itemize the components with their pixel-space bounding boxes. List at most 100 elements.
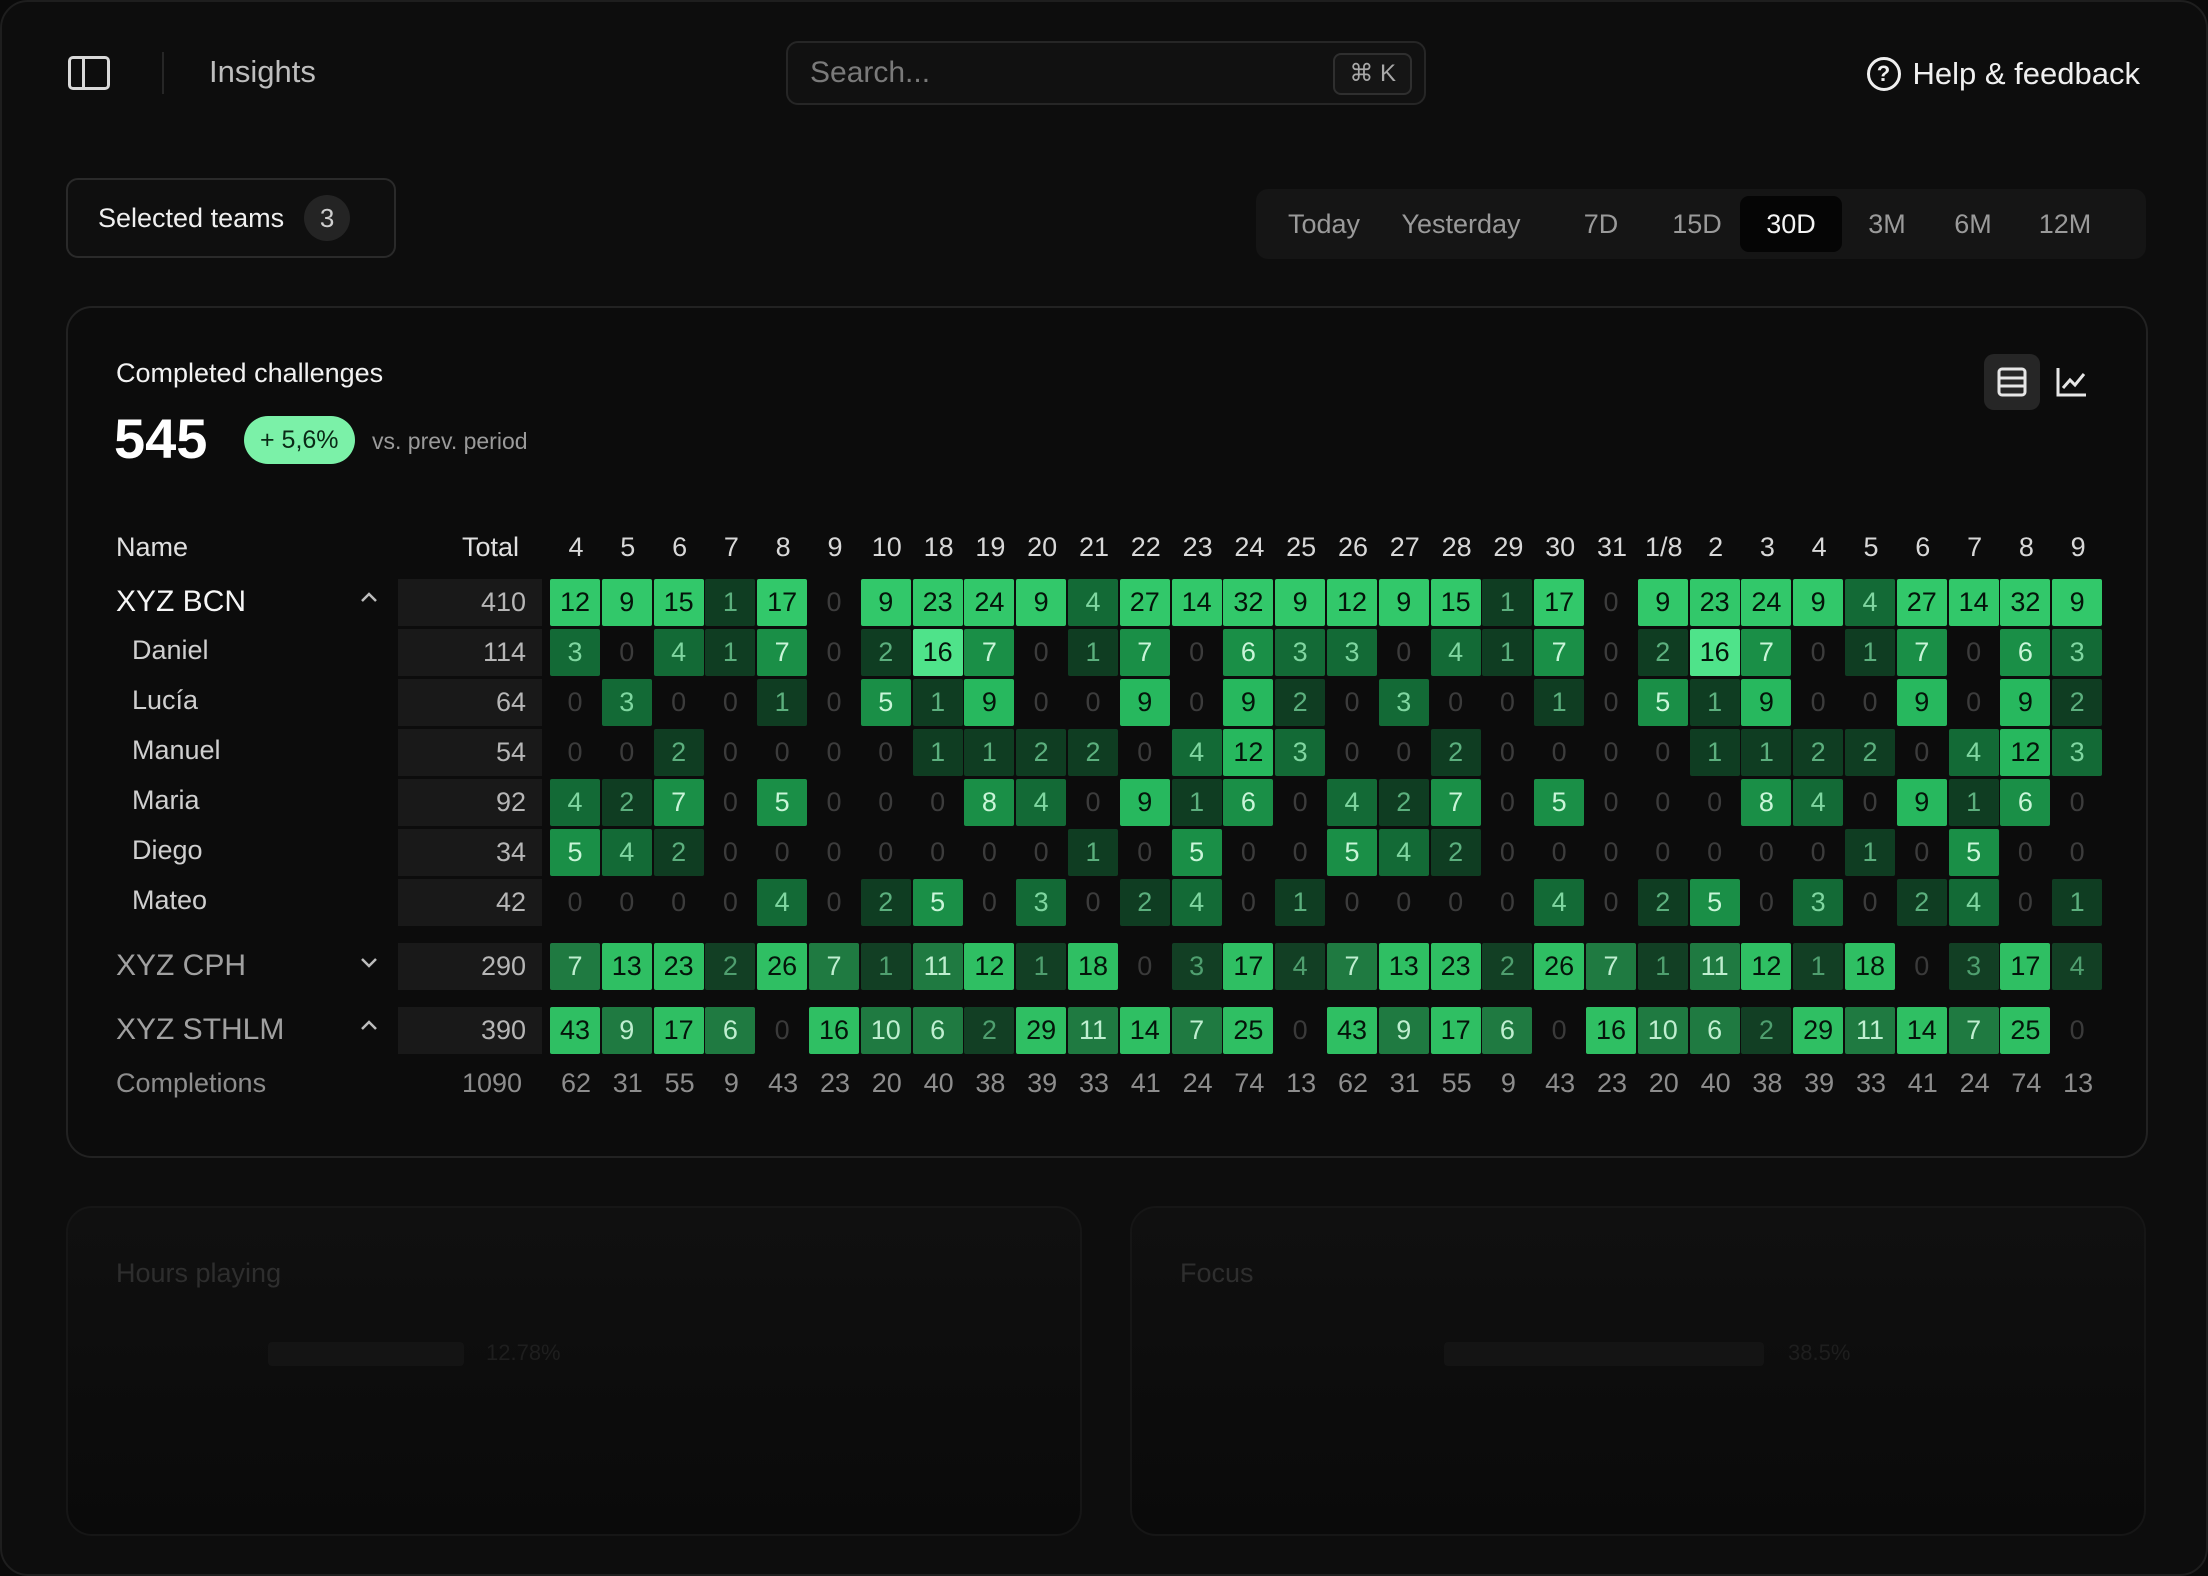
heatmap-cell: 0 — [1655, 787, 1671, 817]
heatmap-cell: 2 — [1482, 943, 1533, 990]
footer-value: 9 — [1500, 1068, 1516, 1098]
heatmap-cell: 4 — [1016, 779, 1067, 826]
footer-value: 31 — [612, 1068, 643, 1098]
heatmap-cell: 0 — [1499, 887, 1515, 917]
heatmap-cell: 32 — [2000, 579, 2051, 626]
heatmap-cell: 2 — [1430, 729, 1481, 776]
team-name[interactable]: XYZ STHLM — [116, 1013, 284, 1047]
heatmap-cell: 3 — [1171, 943, 1222, 990]
heatmap-cell: 0 — [619, 637, 635, 667]
help-feedback-link[interactable]: ? Help & feedback — [1866, 54, 2140, 94]
heatmap-cell: 5 — [757, 779, 808, 826]
footer-value: 62 — [560, 1068, 592, 1098]
chart-view-button[interactable] — [2044, 354, 2100, 410]
chevron-down-icon[interactable] — [358, 951, 380, 979]
heatmap-cell: 0 — [1966, 687, 1982, 717]
heatmap-cell: 15 — [653, 579, 704, 626]
heatmap-cell: 0 — [722, 787, 738, 817]
period-tab-3m[interactable]: 3M — [1852, 196, 1922, 252]
heatmap-cell: 0 — [1499, 737, 1515, 767]
top-bar: Insights ⌘ K ? Help & feedback — [2, 2, 2206, 147]
heatmap-cell: 23 — [1689, 579, 1740, 626]
member-name: Lucía — [132, 685, 199, 715]
total-value: 545 — [114, 407, 208, 470]
selected-teams-button[interactable]: Selected teams 3 — [66, 178, 396, 258]
heatmap-cell: 0 — [722, 737, 738, 767]
day-header: 5 — [1863, 532, 1879, 562]
heatmap-cell: 0 — [619, 887, 635, 917]
footer-value: 24 — [1959, 1068, 1990, 1098]
period-tab-today[interactable]: Today — [1274, 196, 1374, 252]
selected-teams-label: Selected teams — [98, 202, 285, 233]
day-header: 26 — [1337, 532, 1369, 562]
heatmap-cell: 0 — [1914, 951, 1930, 981]
footer-value: 74 — [2011, 1068, 2042, 1098]
heatmap-cell: 9 — [1896, 779, 1947, 826]
heatmap-cell: 5 — [1171, 829, 1222, 876]
heatmap-cell: 0 — [1758, 837, 1774, 867]
team-name[interactable]: XYZ BCN — [116, 585, 246, 619]
day-header: 9 — [827, 532, 843, 562]
heatmap-cell: 1 — [2052, 879, 2103, 926]
heatmap-cell: 4 — [1275, 943, 1326, 990]
period-tab-30d[interactable]: 30D — [1740, 196, 1842, 252]
heatmap-cell: 7 — [1741, 629, 1792, 676]
heatmap-cell: 23 — [1430, 943, 1481, 990]
heatmap-cell: 0 — [1292, 1015, 1308, 1045]
footer-value: 31 — [1389, 1068, 1420, 1098]
day-header: 8 — [2018, 532, 2034, 562]
heatmap-cell: 3 — [1327, 629, 1377, 676]
heatmap-cell: 0 — [826, 637, 842, 667]
heatmap-cell: 2 — [964, 1007, 1015, 1054]
heatmap-cell: 0 — [826, 687, 842, 717]
day-header: 27 — [1389, 532, 1420, 562]
heatmap-cell: 3 — [2052, 629, 2103, 676]
search-box[interactable]: ⌘ K — [786, 41, 1426, 105]
chevron-up-icon[interactable] — [358, 1015, 380, 1043]
heatmap-cell: 0 — [1862, 687, 1878, 717]
table-icon — [1997, 367, 2027, 397]
period-tab-12m[interactable]: 12M — [2022, 196, 2108, 252]
heatmap-cell: 0 — [1396, 887, 1412, 917]
day-header: 4 — [1811, 532, 1827, 562]
search-input[interactable] — [810, 53, 1290, 93]
heatmap-cell: 0 — [1966, 637, 1982, 667]
heatmap-cell: 0 — [2017, 887, 2033, 917]
sidebar-icon[interactable] — [68, 56, 110, 90]
period-tab-7d[interactable]: 7D — [1568, 196, 1634, 252]
heatmap-cell: 2 — [1068, 729, 1118, 776]
day-header: 5 — [620, 532, 636, 562]
day-header: 2 — [1708, 532, 1724, 562]
period-tab-6m[interactable]: 6M — [1936, 196, 2010, 252]
delta-note: vs. prev. period — [372, 428, 528, 454]
heatmap-cell: 1 — [1845, 829, 1895, 876]
heatmap-cell: 18 — [1068, 943, 1118, 990]
day-header: 7 — [1967, 532, 1983, 562]
member-name: Maria — [132, 785, 200, 815]
team-name[interactable]: XYZ CPH — [116, 949, 246, 983]
day-header: 1/8 — [1645, 532, 1683, 562]
heatmap-cell: 0 — [1292, 837, 1308, 867]
heatmap-cell: 2 — [1741, 1007, 1792, 1054]
heatmap-cell: 12 — [1327, 579, 1377, 626]
heatmap-cell: 2 — [705, 943, 756, 990]
heatmap-cell: 25 — [2000, 1007, 2051, 1054]
heatmap-cell: 29 — [1016, 1007, 1067, 1054]
heatmap-cell: 2 — [601, 779, 652, 826]
heatmap-cell: 2 — [1845, 729, 1895, 776]
period-tab-yesterday[interactable]: Yesterday — [1386, 196, 1536, 252]
heatmap-cell: 0 — [722, 687, 738, 717]
footer-value: 20 — [1648, 1068, 1679, 1098]
table-view-button[interactable] — [1984, 354, 2040, 410]
heatmap-cell: 0 — [1707, 787, 1723, 817]
chevron-up-icon[interactable] — [358, 587, 380, 615]
period-tab-15d[interactable]: 15D — [1658, 196, 1736, 252]
heatmap-cell: 9 — [601, 579, 652, 626]
day-header: 31 — [1596, 532, 1628, 562]
heatmap-cell: 27 — [1119, 579, 1170, 626]
row-total: 410 — [398, 579, 542, 626]
heatmap-cell: 4 — [550, 779, 600, 826]
heatmap-cell: 2 — [1793, 729, 1844, 776]
day-header: 18 — [923, 532, 954, 562]
heatmap-cell: 2 — [1896, 879, 1947, 926]
